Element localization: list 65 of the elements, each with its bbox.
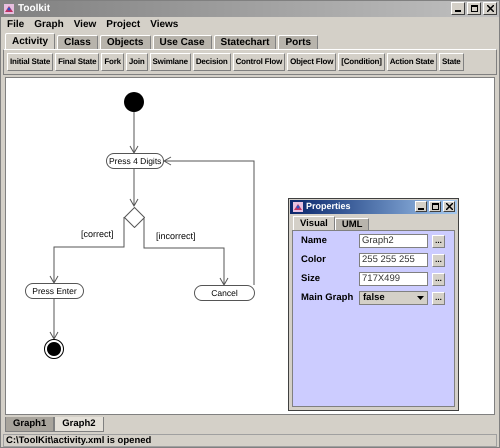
close-button[interactable] <box>483 2 497 16</box>
dropdown-field[interactable]: false <box>359 291 428 306</box>
toolbar-button[interactable]: Initial State <box>7 52 54 71</box>
window-title: Toolkit <box>18 2 52 16</box>
minimize-button[interactable] <box>451 2 465 16</box>
guard-label: [correct] <box>81 228 114 241</box>
app-icon <box>3 2 15 15</box>
properties-title: Properties <box>306 200 352 214</box>
final-state-node <box>44 338 64 359</box>
action-state-node: Cancel <box>194 284 255 301</box>
graph-tab[interactable]: Graph1 <box>5 417 54 432</box>
input-field[interactable]: 255 255 255 <box>359 253 428 268</box>
close-icon <box>446 203 452 210</box>
toolbar-button[interactable]: Final State <box>55 52 100 71</box>
ellipsis-button[interactable]: ... <box>432 254 445 267</box>
maximize-button[interactable] <box>429 201 441 212</box>
toolbar-button[interactable]: Control Flow <box>232 52 286 71</box>
graph-tab[interactable]: Graph2 <box>54 417 104 432</box>
dropdown-arrow-icon <box>417 296 424 300</box>
field-label: Size <box>301 272 322 286</box>
ellipsis-button[interactable]: ... <box>432 272 445 286</box>
toolbar-button[interactable]: Join <box>126 52 148 71</box>
toolbar-button[interactable]: [Condition] <box>338 52 385 71</box>
input-field[interactable]: Graph2 <box>359 234 428 248</box>
tab[interactable]: Statechart <box>214 34 276 49</box>
tab[interactable]: Class <box>57 34 98 49</box>
ellipsis-button[interactable]: ... <box>432 234 445 248</box>
toolbar-button[interactable]: State <box>438 52 464 71</box>
menu-item[interactable]: File <box>7 17 24 32</box>
close-button[interactable] <box>443 201 455 212</box>
toolbar-button[interactable]: Fork <box>101 52 124 71</box>
maximize-button[interactable] <box>467 2 481 16</box>
flow-arrow <box>50 298 58 340</box>
flow-arrow <box>130 111 138 154</box>
toolbar-button[interactable]: Decision <box>192 52 231 71</box>
tab[interactable]: Use Case <box>152 34 212 49</box>
toolbar-button[interactable]: Swimlane <box>150 52 191 71</box>
action-state-node: Press Enter <box>25 282 84 299</box>
initial-state-node <box>124 92 144 112</box>
minimize-button[interactable] <box>415 201 427 212</box>
menu-item[interactable]: Graph <box>34 17 64 32</box>
app-icon <box>292 200 304 213</box>
action-state-node: Press 4 Digits <box>106 152 164 169</box>
ellipsis-button[interactable]: ... <box>432 292 445 305</box>
decision-node <box>124 206 145 228</box>
maximize-icon <box>432 203 438 210</box>
flow-arrow <box>130 168 138 207</box>
menu-item[interactable]: View <box>74 17 96 32</box>
close-icon <box>486 5 494 12</box>
maximize-icon <box>470 5 478 12</box>
tab[interactable]: Objects <box>100 34 150 49</box>
field-label: Name <box>301 234 328 248</box>
field-label: Main Graph <box>301 291 354 306</box>
menu-item[interactable]: Views <box>150 17 178 32</box>
status-bar: C:\ToolKit\activity.xml is opened <box>3 434 497 447</box>
tab[interactable]: Ports <box>278 34 318 49</box>
menu-item[interactable]: Project <box>106 17 140 32</box>
field-label: Color <box>301 253 327 268</box>
tab[interactable]: UML <box>334 218 370 230</box>
tab[interactable]: Activity <box>5 32 56 49</box>
input-field[interactable]: 717X499 <box>359 272 428 286</box>
tab[interactable]: Visual <box>293 216 335 230</box>
toolbar-button[interactable]: Action State <box>386 52 437 71</box>
toolbar-button[interactable]: Object Flow <box>287 52 336 71</box>
guard-label: [incorrect] <box>156 230 196 243</box>
